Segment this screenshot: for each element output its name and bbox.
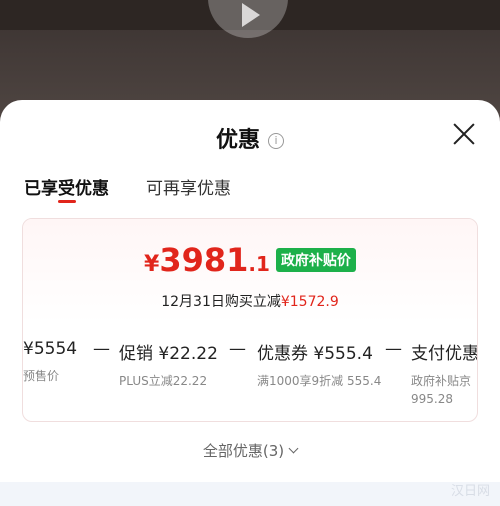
- breakdown-amount: 促销 ¥22.22: [119, 344, 218, 364]
- subsidy-badge: 政府补贴价: [275, 248, 356, 272]
- chevron-down-icon: [288, 443, 299, 454]
- price-decimal: .1: [248, 252, 270, 276]
- minus-operator: —: [385, 339, 402, 359]
- price-integer: 3981: [159, 241, 249, 279]
- sheet-title-text: 优惠: [215, 128, 260, 153]
- breakdown-payment: 支付优惠 政府补贴京 995.28: [411, 339, 478, 408]
- close-icon[interactable]: [452, 122, 476, 146]
- countdown-amount: ¥1572.9: [280, 294, 339, 310]
- watermark: 汉日网: [450, 484, 490, 499]
- bottom-strip: [0, 482, 500, 506]
- info-icon[interactable]: i: [268, 133, 284, 149]
- price-currency: ¥: [144, 252, 160, 277]
- breakdown-presale: ¥5554 预售价: [23, 339, 77, 385]
- sheet-title: 优惠 i: [0, 122, 500, 154]
- minus-operator: —: [93, 339, 110, 359]
- minus-operator: —: [229, 339, 246, 359]
- breakdown-amount: 优惠券 ¥555.4: [257, 344, 373, 364]
- breakdown-coupon: 优惠券 ¥555.4 满1000享9折减 555.4: [257, 339, 387, 390]
- tab-more-discounts[interactable]: 可再享优惠: [146, 174, 231, 199]
- breakdown-label: PLUS立减22.22: [119, 374, 208, 388]
- breakdown-label: 政府补贴京 995.28: [411, 374, 472, 406]
- discount-sheet: 优惠 i 已享受优惠 可再享优惠 ¥3981.1 政府补贴价 12月31日购买立减…: [0, 100, 500, 506]
- breakdown-amount: ¥5554: [23, 339, 78, 359]
- countdown-prefix: 12月31日购买立减: [161, 294, 281, 310]
- breakdown-label: 满1000享9折减 555.4: [257, 374, 382, 388]
- tab-enjoyed-discounts[interactable]: 已享受优惠: [24, 174, 109, 199]
- breakdown-promotion: 促销 ¥22.22 PLUS立减22.22: [119, 339, 218, 390]
- breakdown-label: 预售价: [23, 369, 60, 383]
- price-card: ¥3981.1 政府补贴价 12月31日购买立减¥1572.9 ¥5554 预售…: [22, 218, 478, 422]
- final-price: ¥3981.1: [144, 241, 270, 279]
- tab-indicator: [58, 200, 76, 203]
- breakdown-amount: 支付优惠: [411, 344, 478, 364]
- price-breakdown: ¥5554 预售价 — 促销 ¥22.22 PLUS立减22.22 — 优惠券 …: [23, 339, 477, 419]
- countdown-text: 12月31日购买立减¥1572.9: [23, 291, 477, 311]
- all-discounts-label: 全部优惠(3): [202, 442, 285, 460]
- all-discounts-link[interactable]: 全部优惠(3): [0, 440, 500, 461]
- play-button[interactable]: [208, 0, 288, 38]
- price-row: ¥3981.1 政府补贴价: [23, 241, 477, 279]
